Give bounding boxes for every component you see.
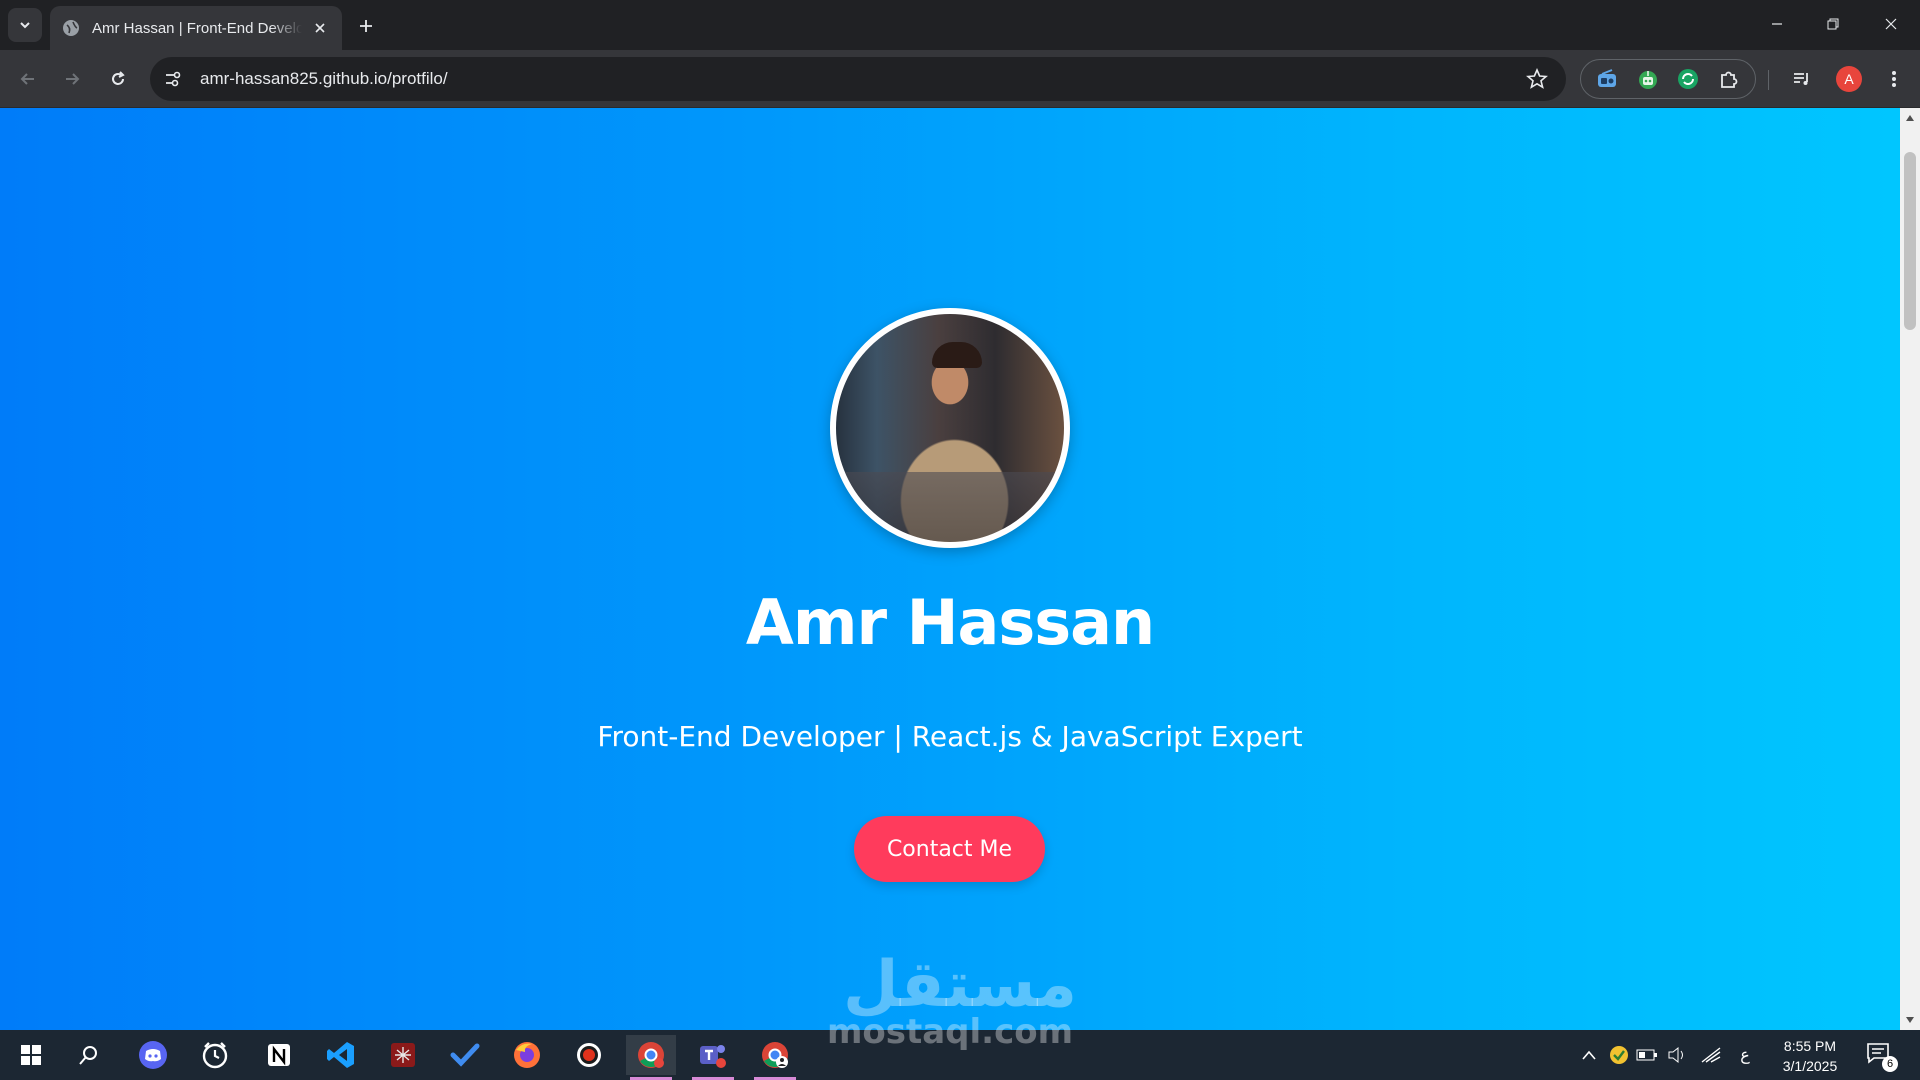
globe-icon [63, 20, 79, 36]
reload-icon [112, 71, 125, 85]
robot-extension-icon[interactable] [1635, 66, 1661, 92]
url-text: amr-hassan825.github.io/protfilo/ [200, 69, 448, 88]
extensions-group [1580, 59, 1756, 99]
reload-button[interactable] [102, 63, 134, 95]
browser-toolbar: amr-hassan825.github.io/protfilo/ A [0, 50, 1920, 108]
tab-strip: Amr Hassan | Front-End Developer [0, 0, 1920, 50]
address-bar[interactable]: amr-hassan825.github.io/protfilo/ [150, 57, 1566, 101]
page-scrollbar[interactable] [1900, 108, 1920, 1030]
bookmark-star-icon[interactable] [1526, 68, 1548, 90]
chevron-down-icon [20, 22, 30, 29]
minimize-icon [1772, 23, 1782, 25]
close-icon [1885, 18, 1897, 30]
puzzle-extensions-icon[interactable] [1716, 66, 1742, 92]
photo-hair [932, 342, 982, 368]
site-settings-icon[interactable] [164, 70, 182, 88]
photo-ground [836, 472, 1064, 542]
notification-count-badge: 6 [1882, 1056, 1898, 1072]
profile-initial: A [1844, 71, 1854, 87]
hero-section: Amr Hassan Front-End Developer | React.j… [0, 108, 1900, 1030]
active-tab[interactable]: Amr Hassan | Front-End Developer [50, 6, 342, 50]
toolbar-separator [1768, 70, 1769, 90]
watermark-logo: مستقل [842, 948, 1078, 1022]
tab-close-icon[interactable] [310, 18, 330, 38]
scroll-down-arrow-icon[interactable] [1900, 1010, 1920, 1030]
profile-avatar[interactable]: A [1836, 66, 1862, 92]
media-control-button[interactable] [1786, 63, 1818, 95]
profile-photo [830, 308, 1070, 548]
restore-button[interactable] [1804, 0, 1862, 48]
clock-date: 3/1/2025 [1782, 1058, 1838, 1074]
sync-extension-icon[interactable] [1675, 66, 1701, 92]
forward-button[interactable] [56, 63, 88, 95]
scroll-thumb[interactable] [1904, 152, 1916, 330]
page-viewport: Amr Hassan Front-End Developer | React.j… [0, 108, 1900, 1030]
kebab-menu-icon [1892, 71, 1896, 87]
tab-search-button[interactable] [8, 8, 42, 42]
forward-arrow-icon [66, 73, 80, 85]
close-window-button[interactable] [1862, 0, 1920, 48]
media-queue-icon [1794, 73, 1808, 85]
radio-extension-icon[interactable] [1594, 66, 1620, 92]
browser-menu-button[interactable] [1878, 63, 1910, 95]
back-arrow-icon [20, 73, 34, 85]
contact-me-button[interactable]: Contact Me [854, 816, 1045, 882]
restore-icon [1827, 18, 1839, 30]
minimize-button[interactable] [1748, 0, 1806, 48]
watermark-text: mostaql.com [826, 1012, 1074, 1052]
hero-tagline: Front-End Developer | React.js & JavaScr… [597, 720, 1303, 753]
scroll-up-arrow-icon[interactable] [1900, 108, 1920, 128]
plus-icon [360, 20, 372, 32]
hero-name: Amr Hassan [745, 586, 1155, 659]
tab-title: Amr Hassan | Front-End Developer [92, 19, 302, 37]
back-button[interactable] [12, 63, 44, 95]
new-tab-button[interactable] [352, 12, 380, 40]
